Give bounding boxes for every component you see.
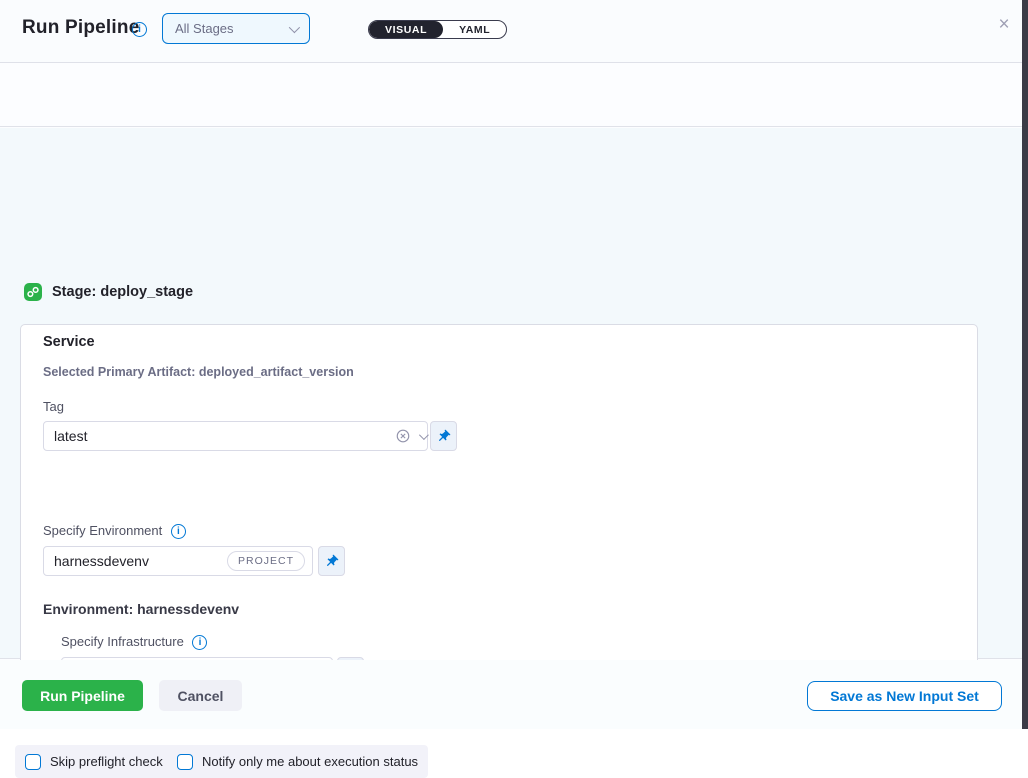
tag-input[interactable] xyxy=(43,421,428,451)
modal-footer: Run Pipeline Cancel Save as New Input Se… xyxy=(0,660,1022,729)
chevron-down-icon xyxy=(289,21,300,32)
environment-pin-button[interactable] xyxy=(318,546,345,576)
stage-row: Stage: deploy_stage xyxy=(24,283,193,301)
stage-selector-value: All Stages xyxy=(175,21,234,36)
pin-icon xyxy=(436,429,451,444)
run-pipeline-modal: Run Pipeline i All Stages VISUAL YAML × … xyxy=(0,0,1028,729)
save-as-new-input-set-button[interactable]: Save as New Input Set xyxy=(807,681,1002,711)
clear-circle-icon[interactable] xyxy=(395,428,411,444)
info-icon[interactable]: i xyxy=(132,22,147,37)
cd-stage-icon xyxy=(24,283,42,301)
info-icon[interactable]: i xyxy=(192,635,207,650)
stage-section: Stage: deploy_stage Service Selected Pri… xyxy=(0,128,1022,659)
modal-header: Run Pipeline i All Stages VISUAL YAML × xyxy=(0,0,1022,63)
visual-yaml-toggle: VISUAL YAML xyxy=(368,20,507,39)
close-icon[interactable]: × xyxy=(993,14,1015,36)
tab-visual[interactable]: VISUAL xyxy=(369,21,443,38)
page-title: Run Pipeline xyxy=(22,17,139,39)
stage-selector-dropdown[interactable]: All Stages xyxy=(162,13,310,44)
skip-preflight-checkbox[interactable] xyxy=(25,754,41,770)
tab-yaml[interactable]: YAML xyxy=(443,21,506,38)
service-card: Service Selected Primary Artifact: deplo… xyxy=(20,324,978,709)
notify-me-checkbox[interactable] xyxy=(177,754,193,770)
notify-me-label: Notify only me about execution status xyxy=(202,754,418,769)
skip-preflight-label: Skip preflight check xyxy=(50,754,163,769)
specify-infrastructure-label: Specify Infrastructure i xyxy=(61,634,207,650)
run-pipeline-button[interactable]: Run Pipeline xyxy=(22,680,143,711)
specify-environment-label: Specify Environment i xyxy=(43,523,186,539)
backdrop-edge xyxy=(1022,0,1028,729)
info-icon[interactable]: i xyxy=(171,524,186,539)
tag-input-adornments xyxy=(395,421,426,451)
stage-label: Stage: deploy_stage xyxy=(52,284,193,300)
pin-icon xyxy=(324,554,339,569)
input-sets-row: Use existing Input Sets ? xyxy=(0,63,1022,127)
tag-label: Tag xyxy=(43,399,64,414)
tag-pin-button[interactable] xyxy=(430,421,457,451)
service-card-title: Service xyxy=(43,334,95,350)
skip-preflight-option: Skip preflight check xyxy=(15,745,173,778)
cancel-button[interactable]: Cancel xyxy=(159,680,242,711)
selected-artifact-text: Selected Primary Artifact: deployed_arti… xyxy=(43,365,354,379)
notify-me-option: Notify only me about execution status xyxy=(167,745,428,778)
environment-heading: Environment: harnessdevenv xyxy=(43,601,239,617)
project-scope-badge: PROJECT xyxy=(227,551,305,571)
